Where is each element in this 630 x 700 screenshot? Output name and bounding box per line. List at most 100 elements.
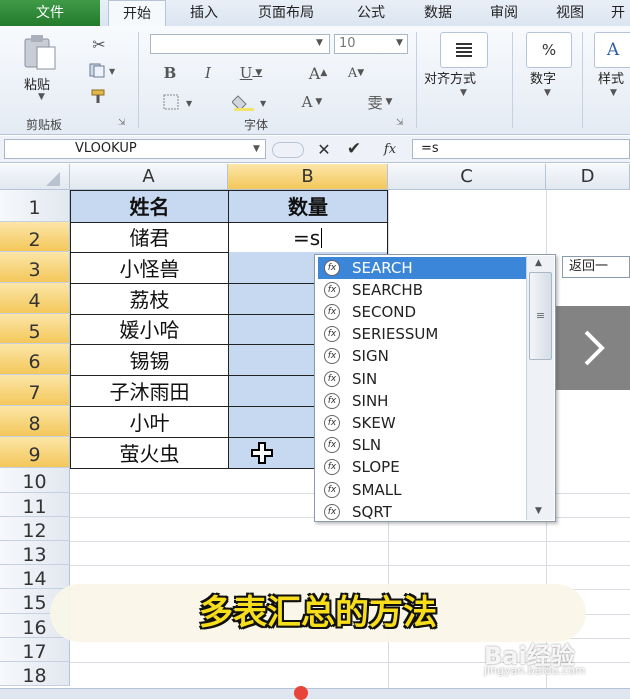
- paste-dropdown-icon[interactable]: ▼: [38, 92, 45, 102]
- autocomplete-item-slope[interactable]: fx SLOPE: [318, 456, 530, 478]
- column-header-d[interactable]: D: [546, 164, 630, 190]
- function-icon: fx: [324, 260, 340, 276]
- column-header-b[interactable]: B: [228, 164, 388, 190]
- tab-page-layout[interactable]: 页面布局: [238, 0, 334, 26]
- row-header-4[interactable]: 4: [0, 283, 70, 314]
- row-header-11[interactable]: 11: [0, 493, 70, 518]
- tab-home[interactable]: 开始: [108, 0, 166, 28]
- row-header-10[interactable]: 10: [0, 468, 70, 493]
- row-header-14[interactable]: 14: [0, 565, 70, 590]
- name-box[interactable]: VLOOKUP ▼: [4, 139, 266, 159]
- italic-icon[interactable]: I: [198, 62, 218, 84]
- cell-b2-editing[interactable]: =s: [228, 222, 388, 253]
- name-box-dropdown-icon[interactable]: ▼: [253, 144, 260, 154]
- tab-review[interactable]: 审阅: [478, 0, 530, 26]
- row-header-1[interactable]: 1: [0, 190, 70, 222]
- cancel-icon[interactable]: ✕: [314, 139, 334, 159]
- text-cursor: [321, 228, 322, 248]
- cell-a6[interactable]: 锡锡: [70, 344, 229, 376]
- row-header-18[interactable]: 18: [0, 662, 70, 687]
- row-header-6[interactable]: 6: [0, 344, 70, 375]
- autocomplete-item-seriessum[interactable]: fx SERIESSUM: [318, 323, 530, 345]
- bold-icon[interactable]: B: [160, 62, 180, 84]
- autocomplete-item-skew[interactable]: fx SKEW: [318, 412, 530, 434]
- column-header-a[interactable]: A: [70, 164, 228, 190]
- function-tooltip: 返回一: [562, 256, 630, 278]
- styles-dropdown-icon[interactable]: ▼: [610, 88, 617, 98]
- autocomplete-scrollbar[interactable]: ▲ ≡ ▼: [526, 256, 554, 520]
- row-header-17[interactable]: 17: [0, 638, 70, 663]
- autocomplete-item-sln[interactable]: fx SLN: [318, 434, 530, 456]
- number-label[interactable]: 数字: [530, 68, 556, 87]
- alignment-dropdown-icon[interactable]: ▼: [460, 88, 467, 98]
- shrink-font-icon[interactable]: A ▼: [344, 62, 368, 84]
- style-icon[interactable]: A: [594, 32, 630, 68]
- cell-a3[interactable]: 小怪兽: [70, 252, 229, 284]
- autocomplete-item-sin[interactable]: fx SIN: [318, 368, 530, 390]
- font-color-icon[interactable]: A ▼: [290, 90, 334, 114]
- row-header-5[interactable]: 5: [0, 314, 70, 344]
- number-dropdown-icon[interactable]: ▼: [544, 88, 551, 98]
- alignment-label[interactable]: 对齐方式: [424, 68, 476, 87]
- scroll-thumb[interactable]: ≡: [529, 272, 552, 360]
- sheet-tab-strip: [0, 686, 630, 700]
- cell-a7[interactable]: 子沐雨田: [70, 375, 229, 407]
- svg-text:▼: ▼: [109, 67, 116, 76]
- border-icon[interactable]: ▼: [160, 90, 200, 114]
- underline-icon[interactable]: U ▼: [234, 62, 268, 84]
- tab-formulas[interactable]: 公式: [346, 0, 396, 26]
- autocomplete-item-second[interactable]: fx SECOND: [318, 301, 530, 323]
- row-header-3[interactable]: 3: [0, 252, 70, 283]
- phonetic-icon[interactable]: 雯 ▼: [356, 90, 404, 114]
- row-header-13[interactable]: 13: [0, 541, 70, 566]
- cell-b1[interactable]: 数量: [228, 190, 388, 223]
- clipboard-launcher-icon[interactable]: ⇲: [118, 118, 126, 128]
- row-header-9[interactable]: 9: [0, 437, 70, 468]
- scroll-up-icon[interactable]: ▲: [535, 258, 542, 268]
- cell-a2[interactable]: 储君: [70, 222, 229, 253]
- enter-icon[interactable]: ✔: [344, 139, 364, 159]
- select-all-corner[interactable]: [0, 164, 70, 190]
- percent-icon[interactable]: %: [526, 32, 572, 68]
- font-launcher-icon[interactable]: ⇲: [396, 118, 404, 128]
- formula-input[interactable]: =s: [412, 139, 630, 159]
- paste-icon[interactable]: [20, 32, 60, 72]
- scroll-down-icon[interactable]: ▼: [535, 506, 542, 516]
- autocomplete-item-sqrt[interactable]: fx SQRT: [318, 501, 530, 523]
- autocomplete-item-searchb[interactable]: fx SEARCHB: [318, 279, 530, 301]
- row-header-2[interactable]: 2: [0, 222, 70, 252]
- styles-label[interactable]: 样式: [598, 68, 624, 87]
- font-name-dropdown-icon[interactable]: ▼: [316, 38, 323, 48]
- tab-view[interactable]: 视图: [542, 0, 598, 26]
- cell-a1[interactable]: 姓名: [70, 190, 229, 223]
- tab-more[interactable]: 开: [606, 0, 630, 26]
- autocomplete-item-search[interactable]: fx SEARCH: [318, 257, 530, 279]
- autocomplete-item-sign[interactable]: fx SIGN: [318, 345, 530, 367]
- cell-a8[interactable]: 小叶: [70, 406, 229, 438]
- font-name-combo[interactable]: [150, 34, 330, 54]
- tab-file[interactable]: 文件: [0, 0, 100, 26]
- font-size-dropdown-icon[interactable]: ▼: [396, 38, 403, 48]
- align-icon[interactable]: [440, 32, 488, 68]
- row-header-7[interactable]: 7: [0, 375, 70, 406]
- function-icon[interactable]: fx: [378, 139, 402, 159]
- cell-a9[interactable]: 萤火虫: [70, 437, 229, 469]
- function-autocomplete-list[interactable]: fx SEARCH fx SEARCHB fx SECOND fx SERIESSUM …: [314, 254, 556, 522]
- row-header-12[interactable]: 12: [0, 517, 70, 542]
- tab-data[interactable]: 数据: [412, 0, 464, 26]
- grow-font-icon[interactable]: A ▲: [306, 62, 330, 84]
- format-painter-icon[interactable]: [88, 86, 112, 106]
- cut-icon[interactable]: ✂: [88, 34, 110, 54]
- autocomplete-item-small[interactable]: fx SMALL: [318, 479, 530, 501]
- fill-color-icon[interactable]: ▼: [230, 90, 274, 114]
- paste-label[interactable]: 粘贴: [24, 74, 50, 93]
- column-header-c[interactable]: C: [388, 164, 546, 190]
- tab-insert[interactable]: 插入: [176, 0, 232, 26]
- copy-icon[interactable]: ▼: [86, 60, 120, 80]
- row-header-8[interactable]: 8: [0, 406, 70, 437]
- formula-bar-grip[interactable]: [272, 142, 304, 158]
- cell-a5[interactable]: 媛小哈: [70, 314, 229, 345]
- cell-a4[interactable]: 荔枝: [70, 283, 229, 315]
- autocomplete-item-sinh[interactable]: fx SINH: [318, 390, 530, 412]
- next-button[interactable]: [556, 306, 630, 390]
